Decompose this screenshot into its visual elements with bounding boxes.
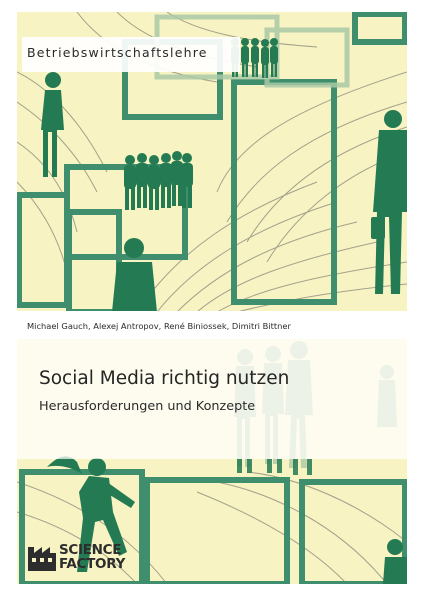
publisher-name-line2: FACTORY	[59, 556, 126, 572]
cover-artwork	[17, 12, 407, 584]
book-title: Social Media richtig nutzen	[39, 368, 290, 389]
book-subtitle: Herausforderungen und Konzepte	[39, 399, 256, 414]
science-factory-logo-icon	[28, 547, 56, 571]
book-cover: Betriebswirtschaftslehre Michael Gauch, …	[17, 12, 407, 584]
category-label: Betriebswirtschaftslehre	[27, 45, 208, 60]
silhouette-group-middle	[124, 151, 193, 210]
publisher-logo: SCIENCE FACTORY	[27, 539, 157, 575]
authors-line: Michael Gauch, Alexej Antropov, René Bin…	[27, 321, 291, 331]
